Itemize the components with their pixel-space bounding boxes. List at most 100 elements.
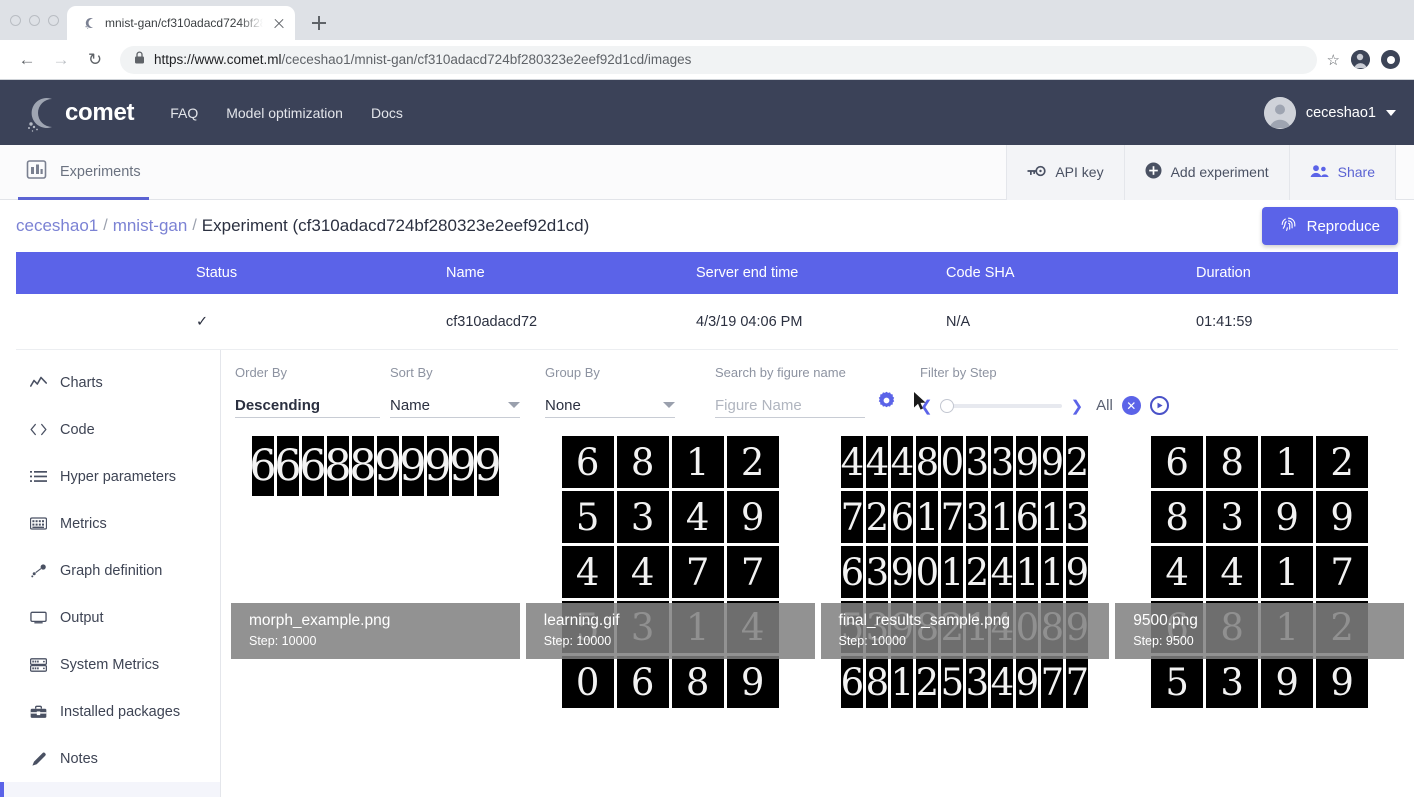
nav-link-model-optimization[interactable]: Model optimization	[212, 105, 357, 121]
forward-arrow-icon[interactable]: →	[46, 45, 76, 75]
figure-tile[interactable]: 681283994417681253999500.pngStep: 9500	[1115, 428, 1404, 708]
sidebar-item-code[interactable]: Code	[0, 406, 220, 453]
address-bar[interactable]: https://www.comet.ml/ceceshao1/mnist-gan…	[120, 46, 1317, 74]
group-by-select[interactable]: None	[545, 393, 675, 418]
col-header-code-sha[interactable]: Code SHA	[946, 265, 1196, 281]
digit-thumbnail: 2	[916, 656, 938, 708]
comet-brand[interactable]: comet	[18, 91, 134, 135]
col-header-status[interactable]: Status	[196, 265, 446, 281]
sidebar-item-graphics[interactable]: Graphics	[0, 782, 220, 797]
search-input[interactable]: Figure Name	[715, 397, 802, 414]
add-experiment-button[interactable]: Add experiment	[1124, 145, 1289, 200]
search-control: Search by figure name Figure Name	[715, 365, 865, 418]
digit-thumbnail: 9	[1016, 436, 1038, 488]
digit-thumbnail: 9	[1261, 491, 1313, 543]
step-slider-handle[interactable]	[940, 399, 954, 413]
digit-thumbnail: 0	[941, 436, 963, 488]
figure-overlay: final_results_sample.pngStep: 10000	[821, 603, 1110, 659]
figure-name: learning.gif	[544, 612, 801, 630]
api-key-button[interactable]: API key	[1006, 145, 1123, 200]
sidebar-item-system-metrics[interactable]: System Metrics	[0, 641, 220, 688]
list-icon	[30, 470, 47, 483]
search-field-wrap[interactable]: Figure Name	[715, 393, 865, 418]
digit-thumbnail: 9	[477, 436, 499, 496]
digit-thumbnail: 6	[841, 546, 863, 598]
step-value-label: All	[1096, 397, 1113, 414]
sidebar-item-graph-definition[interactable]: Graph definition	[0, 547, 220, 594]
line-chart-icon	[30, 376, 47, 390]
breadcrumb-workspace[interactable]: ceceshao1	[16, 216, 98, 236]
sidebar-item-label: Graph definition	[60, 563, 162, 579]
star-icon[interactable]: ☆	[1327, 51, 1340, 69]
share-button[interactable]: Share	[1289, 145, 1396, 200]
chevron-right-icon[interactable]: ❯	[1071, 397, 1084, 415]
sidebar-item-output[interactable]: Output	[0, 594, 220, 641]
address-bar-url: https://www.comet.ml/ceceshao1/mnist-gan…	[154, 52, 691, 67]
gear-icon[interactable]	[877, 391, 896, 416]
digit-thumbnail: 7	[841, 491, 863, 543]
extension-avatar-icon[interactable]	[1351, 50, 1370, 69]
filter-by-step-control: Filter by Step ❮ ❯ All ✕	[920, 365, 1169, 418]
browser-tab[interactable]: mnist-gan/cf310adacd724bf28	[67, 6, 295, 40]
order-by-select[interactable]: Descending	[235, 393, 380, 418]
api-key-label: API key	[1055, 164, 1103, 180]
user-menu[interactable]: ceceshao1	[1264, 97, 1396, 129]
group-by-label: Group By	[545, 365, 675, 380]
digit-thumbnail: 9	[1066, 546, 1088, 598]
digit-thumbnail: 9	[727, 491, 779, 543]
close-circle-icon[interactable]: ✕	[1122, 396, 1141, 415]
digit-thumbnail: 4	[562, 546, 614, 598]
nav-link-faq[interactable]: FAQ	[156, 105, 212, 121]
reproduce-button[interactable]: Reproduce	[1262, 207, 1398, 245]
breadcrumb-project[interactable]: mnist-gan	[113, 216, 188, 236]
figure-step: Step: 10000	[544, 634, 801, 648]
digit-thumbnail: 7	[1066, 656, 1088, 708]
figure-tile[interactable]: 4448033992726173161363901241195398214089…	[821, 428, 1110, 708]
sidebar-item-label: Metrics	[60, 516, 107, 532]
figure-overlay: learning.gif Step: 10000	[526, 603, 815, 659]
tab-experiments[interactable]: Experiments	[18, 145, 149, 200]
col-header-name[interactable]: Name	[446, 265, 696, 281]
sidebar-item-notes[interactable]: Notes	[0, 735, 220, 782]
digit-thumbnail: 7	[672, 546, 724, 598]
digit-thumbnail: 9	[891, 546, 913, 598]
digit-thumbnail: 7	[727, 546, 779, 598]
plus-icon[interactable]	[305, 9, 333, 37]
figure-overlay: morph_example.pngStep: 10000	[231, 603, 520, 659]
sidebar-item-metrics[interactable]: Metrics	[0, 500, 220, 547]
window-maximize-dot[interactable]	[48, 15, 59, 26]
digit-thumbnail: 8	[1151, 491, 1203, 543]
sort-by-select[interactable]: Name	[390, 393, 520, 418]
digit-thumbnail: 7	[1041, 656, 1063, 708]
play-circle-icon[interactable]	[1150, 396, 1169, 415]
digit-thumbnail: 3	[966, 436, 988, 488]
subbar-actions: API key Add experiment Shar	[1006, 145, 1396, 200]
col-header-duration[interactable]: Duration	[1196, 265, 1398, 281]
close-icon[interactable]	[271, 15, 287, 31]
step-slider[interactable]	[942, 404, 1062, 408]
order-by-control: Order By Descending	[235, 365, 380, 418]
sidebar-item-charts[interactable]: Charts	[0, 359, 220, 406]
chevron-left-icon[interactable]: ❮	[920, 397, 933, 415]
col-header-server-end-time[interactable]: Server end time	[696, 265, 946, 281]
monitor-icon	[30, 611, 47, 624]
sidebar-item-installed-packages[interactable]: Installed packages	[0, 688, 220, 735]
digit-thumbnail: 6	[1016, 491, 1038, 543]
digit-thumbnail: 4	[891, 436, 913, 488]
nav-link-docs[interactable]: Docs	[357, 105, 417, 121]
window-minimize-dot[interactable]	[29, 15, 40, 26]
experiments-subbar: Experiments API key	[0, 145, 1414, 200]
figure-tile[interactable]: 68125349447753140689learning.gifStep: 10…	[526, 428, 815, 708]
reload-icon[interactable]: ↻	[80, 45, 110, 75]
fingerprint-icon	[1280, 216, 1297, 237]
table-row[interactable]: ✓ cf310adacd72 4/3/19 04:06 PM N/A 01:41…	[16, 294, 1398, 350]
sidebar-item-hyper-parameters[interactable]: Hyper parameters	[0, 453, 220, 500]
browser-profile-icon[interactable]	[1381, 50, 1400, 69]
window-close-dot[interactable]	[10, 15, 21, 26]
digit-thumbnail: 2	[966, 546, 988, 598]
digit-thumbnail: 1	[1016, 546, 1038, 598]
figure-tile[interactable]: 6668899999morph_example.pngStep: 10000	[231, 428, 520, 708]
back-arrow-icon[interactable]: ←	[12, 45, 42, 75]
digit-thumbnail: 0	[916, 546, 938, 598]
page-title: Experiment (cf310adacd724bf280323e2eef92…	[202, 216, 590, 236]
